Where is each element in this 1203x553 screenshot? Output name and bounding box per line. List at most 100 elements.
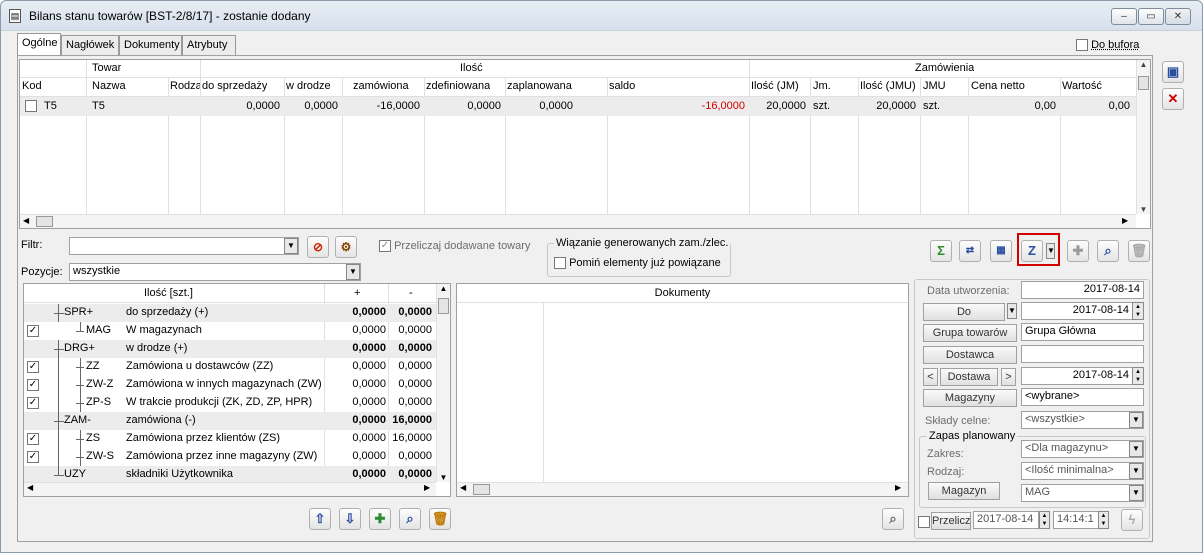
col-zaplanowana[interactable]: zaplanowana [507,80,572,92]
do-date-spinner[interactable]: ▲ ▼ [1132,302,1144,320]
row-checkbox[interactable] [25,100,37,112]
tree-row[interactable]: ✓ ZW-Z Zamówiona w innych magazynach (ZW) 0… [24,376,436,394]
clear-filter-icon[interactable]: ⊘ [307,236,329,258]
tree-row-checkbox[interactable]: ✓ [27,433,39,445]
buffer-check-box[interactable] [1076,39,1088,52]
save-icon[interactable]: ▣ [1162,61,1184,83]
col-ilosc-jm[interactable]: Ilość (JM) [751,80,799,92]
tree-row[interactable]: ✓ MAG W magazynach 0,0000 0,0000 [24,322,436,340]
positions-dropdown-arrow[interactable]: ▼ [346,264,360,280]
search-icon[interactable]: ⌕ [1097,240,1119,262]
tab-atrybuty[interactable]: Atrybuty [182,35,236,55]
filter-dropdown-arrow[interactable]: ▼ [284,238,298,254]
sigma-icon[interactable]: Σ [930,240,952,262]
lightning-icon[interactable]: ϟ [1121,509,1143,531]
positions-select[interactable]: wszystkie [69,263,361,281]
supplier-button[interactable]: Dostawca [923,346,1017,364]
delete-item-icon[interactable]: 🗑 [429,508,451,530]
delivery-next-button[interactable]: > [1001,368,1016,386]
col-rodzaj[interactable]: Rodza [170,80,200,92]
tree-row-checkbox[interactable]: ✓ [27,379,39,391]
view-item-icon[interactable]: ⌕ [399,508,421,530]
minimize-button[interactable]: ‒ [1111,8,1137,25]
move-down-icon[interactable]: ⇩ [339,508,361,530]
filter-input[interactable] [69,237,299,255]
delivery-button[interactable]: Dostawa [940,368,998,386]
move-up-icon[interactable]: ⇧ [309,508,331,530]
col-cena-netto[interactable]: Cena netto [971,80,1025,92]
buffer-checkbox[interactable]: Do bufora [1076,39,1139,52]
tree-row-checkbox[interactable]: ✓ [27,397,39,409]
documents-search-icon[interactable]: ⌕ [882,508,904,530]
do-dropdown-arrow[interactable]: ▼ [1007,303,1017,319]
tab-ogolne[interactable]: Ogólne [17,33,61,55]
add-item-icon[interactable]: ✚ [369,508,391,530]
col-jm[interactable]: Jm. [813,80,831,92]
recalc-checkbox[interactable] [918,516,930,528]
col-ilosc-jmu[interactable]: Ilość (JMU) [860,80,916,92]
recalc-date-spinner[interactable]: ▲ ▼ [1039,511,1050,529]
do-date-field[interactable]: 2017-08-14 [1021,302,1133,320]
skip-linked-check-box[interactable] [554,257,566,270]
delivery-date-field[interactable]: 2017-08-14 [1021,367,1133,385]
warehouse-dropdown-arrow[interactable]: ▼ [1129,485,1143,501]
tree-row-checkbox[interactable]: ✓ [27,361,39,373]
delivery-prev-button[interactable]: < [923,368,938,386]
col-wartosc[interactable]: Wartość [1062,80,1102,92]
col-zdefiniowana[interactable]: zdefiniowana [426,80,490,92]
generate-icon[interactable]: ⇄ [959,240,981,262]
skip-linked-checkbox[interactable]: Pomiń elementy już powiązane [554,257,721,270]
recalc-button[interactable]: Przelicz [931,512,971,530]
col-do-sprzedazy[interactable]: do sprzedaży [202,80,267,92]
horizontal-scrollbar[interactable]: ◀ ▶ [20,214,1136,228]
col-zamowiona[interactable]: zamówiona [353,80,409,92]
tree-row-checkbox[interactable]: ✓ [27,451,39,463]
recalc-added-checkbox[interactable]: ✓ Przeliczaj dodawane towary [379,240,530,253]
calendar-icon[interactable]: ▦ [990,240,1012,262]
product-group-button[interactable]: Grupa towarów [923,324,1017,342]
create-order-icon[interactable]: Z [1021,240,1043,262]
add-icon[interactable]: ✚ [1067,240,1089,262]
vertical-scrollbar[interactable]: ▲ ▼ [1136,60,1150,214]
range-dropdown-arrow[interactable]: ▼ [1129,441,1143,457]
tree-row-checkbox[interactable]: ✓ [27,325,39,337]
recalc-date-field[interactable]: 2017-08-14 [973,511,1039,529]
close-button[interactable]: ✕ [1165,8,1191,25]
tree-row[interactable]: SPR+ do sprzedaży (+) 0,0000 0,0000 [24,304,436,322]
tree-vertical-scrollbar[interactable]: ▲ ▼ [436,284,450,482]
table-row[interactable]: T5 T5 0,0000 0,0000 -16,0000 0,0000 0,00… [20,97,1136,116]
tree-row[interactable]: ✓ ZP-S W trakcie produkcji (ZK, ZD, ZP, HP… [24,394,436,412]
customs-select[interactable]: <wszystkie> [1021,411,1144,429]
range-select[interactable]: <Dla magazynu> [1021,440,1144,458]
recalc-time-field[interactable]: 14:14:1 [1053,511,1099,529]
do-button[interactable]: Do [923,303,1005,321]
cancel-icon[interactable]: ✕ [1162,88,1184,110]
recalc-check-box[interactable]: ✓ [379,240,391,253]
tree-row[interactable]: ✓ ZZ Zamówiona u dostawców (ZZ) 0,0000 0,000… [24,358,436,376]
tree-row[interactable]: ✓ ZS Zamówiona przez klientów (ZS) 0,0000 16… [24,430,436,448]
tree-row[interactable]: ✓ ZW-S Zamówiona przez inne magazyny (ZW) 0… [24,448,436,466]
maximize-button[interactable]: ▭ [1138,8,1164,25]
col-jmu[interactable]: JMU [923,80,946,92]
customs-dropdown-arrow[interactable]: ▼ [1129,412,1143,428]
tree-row[interactable]: DRG+ w drodze (+) 0,0000 0,0000 [24,340,436,358]
warehouse-select[interactable]: MAG [1021,484,1144,502]
recalc-time-spinner[interactable]: ▲ ▼ [1098,511,1109,529]
type-select[interactable]: <Ilość minimalna> [1021,462,1144,480]
filter-settings-icon[interactable]: ⚙ [335,236,357,258]
tab-dokumenty[interactable]: Dokumenty [119,35,182,55]
tree-row[interactable]: ZAM-zamówiona (-) 0,0000 16,0000 [24,412,436,430]
create-order-dropdown-arrow[interactable]: ▼ [1046,243,1055,259]
col-saldo[interactable]: saldo [609,80,635,92]
warehouse-button[interactable]: Magazyn [928,482,1000,500]
col-nazwa[interactable]: Nazwa [92,80,126,92]
type-dropdown-arrow[interactable]: ▼ [1129,463,1143,479]
col-kod[interactable]: Kod [22,80,42,92]
tab-naglowek[interactable]: Nagłówek [61,35,119,55]
tree-horizontal-scrollbar[interactable]: ◀ ▶ [24,482,436,496]
trash-icon[interactable]: 🗑 [1128,240,1150,262]
col-w-drodze[interactable]: w drodze [286,80,331,92]
delivery-date-spinner[interactable]: ▲ ▼ [1132,367,1144,385]
documents-horizontal-scrollbar[interactable]: ◀ ▶ [457,482,908,496]
warehouses-button[interactable]: Magazyny [923,389,1017,407]
